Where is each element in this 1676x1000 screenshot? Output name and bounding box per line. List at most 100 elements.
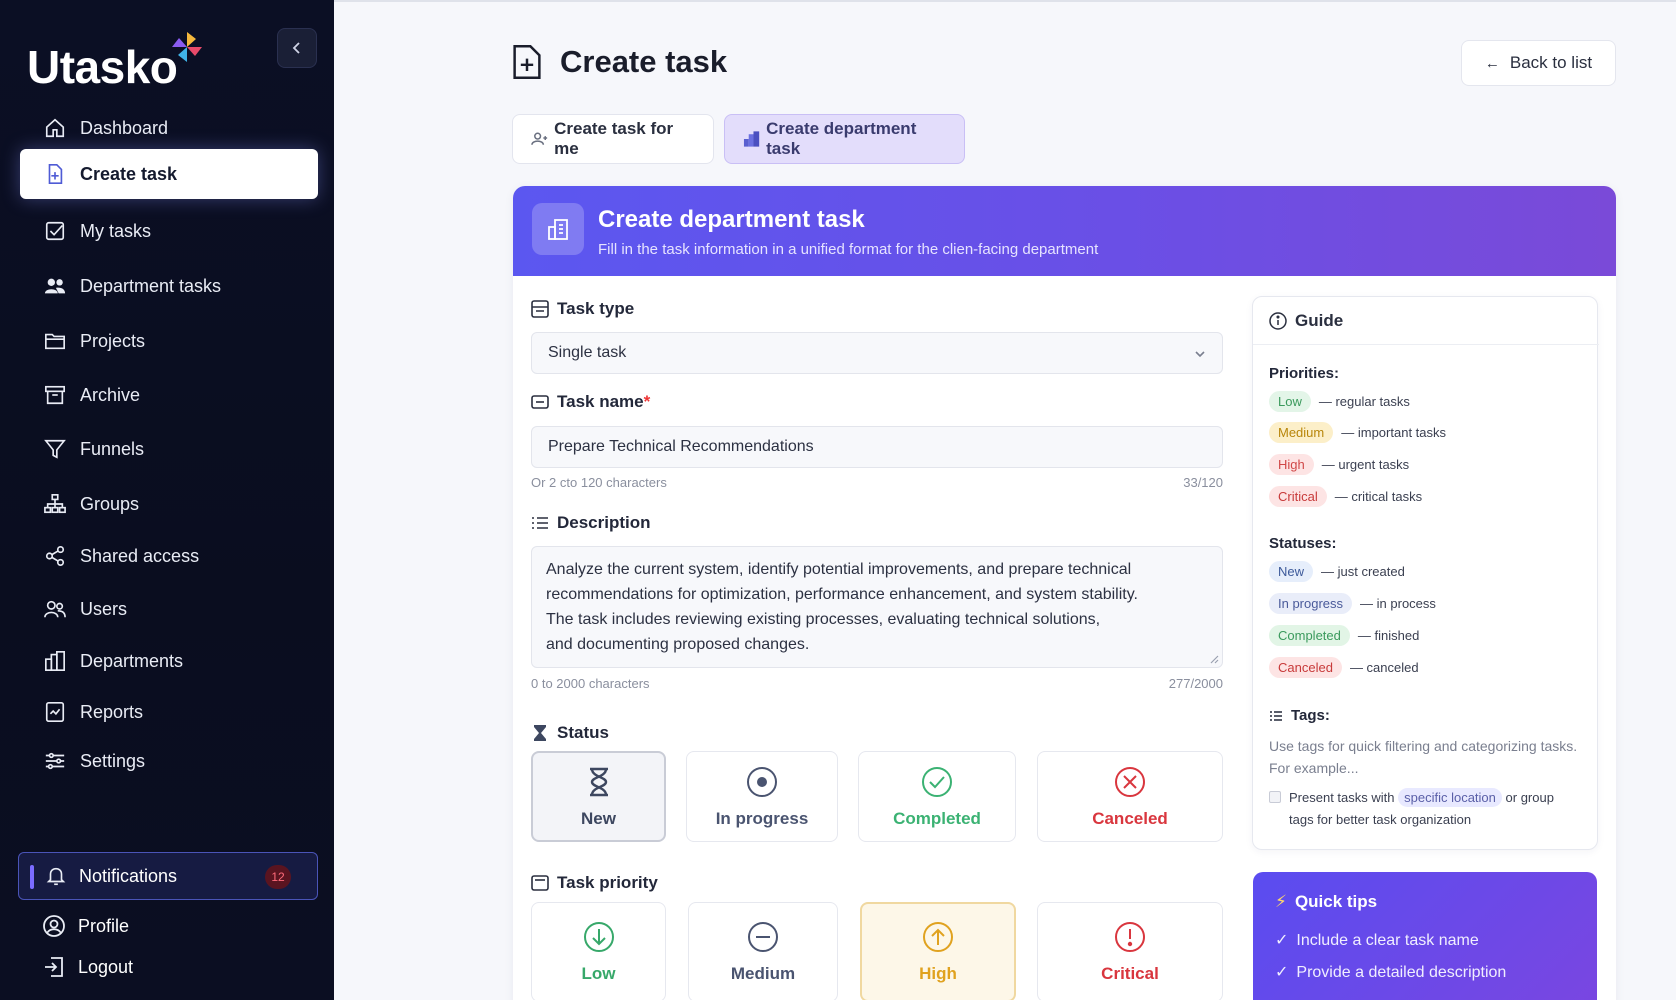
share-icon (45, 546, 65, 566)
hourglass-icon (534, 725, 546, 741)
sidebar-item-users[interactable]: Users (20, 584, 318, 634)
guide-header: Guide (1253, 297, 1599, 345)
progress-circle-icon (747, 766, 777, 797)
sidebar-item-departments[interactable]: Departments (20, 636, 318, 686)
task-type-select[interactable]: Single task (531, 332, 1223, 374)
sidebar-item-projects[interactable]: Projects (20, 316, 318, 366)
sidebar-item-settings[interactable]: Settings (20, 736, 318, 786)
sidebar-item-groups[interactable]: Groups (20, 479, 318, 529)
sidebar-item-dashboard[interactable]: Dashboard (20, 103, 318, 153)
notifications-count-badge: 12 (265, 865, 291, 889)
collapse-sidebar-button[interactable] (277, 28, 317, 68)
priority-option-low[interactable]: Low (531, 902, 666, 1000)
sidebar-item-shared-access[interactable]: Shared access (20, 531, 318, 581)
back-to-list-label: Back to list (1509, 53, 1593, 72)
description-line: and documenting proposed changes. (546, 636, 810, 653)
logout-link[interactable]: Logout (42, 955, 133, 979)
description-counter: 277/2000 (1168, 676, 1223, 691)
priority-icon (531, 875, 549, 891)
tab-label: Create department task (766, 119, 917, 158)
priority-option-medium[interactable]: Medium (688, 902, 838, 1000)
status-option-canceled[interactable]: Canceled (1037, 751, 1223, 842)
user-plus-icon (531, 132, 548, 145)
pinwheel-logo-icon (172, 32, 202, 62)
tab-create-task-for-me[interactable]: Create task for me (512, 114, 714, 164)
sidebar-item-label: Projects (80, 330, 146, 351)
sidebar-item-label: Archive (80, 384, 141, 405)
create-task-form-card: Create department task Fill in the task … (513, 186, 1616, 1000)
top-divider (334, 0, 1676, 2)
sidebar-item-label: Dashboard (80, 117, 169, 138)
priority-label: Task priority (531, 873, 658, 893)
priority-option-critical[interactable]: Critical (1037, 902, 1223, 1000)
quick-tip-item: ✓ Provide a detailed description (1275, 964, 1507, 981)
alert-circle-icon (1115, 922, 1145, 952)
hourglass-icon (589, 767, 608, 796)
quick-tips-panel: ⚡ Quick tips ✓ Include a clear task name … (1253, 872, 1597, 1000)
sidebar-item-create-task[interactable]: Create task (20, 149, 318, 199)
department-icon (743, 131, 760, 147)
guide-tags-text: Use tags for quick filtering and categor… (1269, 738, 1578, 776)
funnel-icon (44, 439, 66, 459)
banner-subtitle: Fill in the task information in a unifie… (598, 241, 1099, 258)
users-icon (44, 278, 66, 294)
list-icon (532, 517, 548, 529)
description-textarea[interactable]: Analyze the current system, identify pot… (531, 546, 1223, 668)
guide-status-row: New — just created (1269, 561, 1405, 582)
check-icon: ✓ (1275, 964, 1289, 981)
tag-chip: specific location (1398, 788, 1502, 807)
checkbox-icon (45, 221, 65, 241)
sidebar-item-label: My tasks (80, 220, 152, 241)
report-icon (45, 702, 65, 722)
profile-link[interactable]: Profile (42, 914, 129, 938)
task-name-hint: Or 2 cto 120 characters (531, 475, 667, 490)
task-name-counter: 33/120 (1183, 475, 1223, 490)
status-option-new[interactable]: New (531, 751, 666, 842)
guide-status-row: Completed — finished (1269, 625, 1419, 646)
priority-tag-medium: Medium (1269, 422, 1334, 443)
chevron-left-icon (292, 42, 300, 54)
minus-circle-icon (748, 922, 778, 952)
building-icon (532, 203, 584, 255)
sidebar-item-label: Settings (80, 750, 146, 771)
status-tag-new: New (1269, 561, 1314, 582)
task-name-input[interactable]: Prepare Technical Recommendations (531, 426, 1223, 468)
tab-label: Create task for me (554, 119, 674, 158)
sidebar-item-label: Reports (80, 701, 144, 722)
sidebar-item-label: Groups (80, 493, 140, 514)
guide-priority-row: High — urgent tasks (1269, 454, 1409, 475)
tab-create-department-task[interactable]: Create department task (724, 114, 965, 164)
guide-panel: Guide Priorities: Low — regular tasks Me… (1252, 296, 1599, 850)
page-title: Create task (512, 44, 727, 80)
sidebar-item-department-tasks[interactable]: Department tasks (20, 261, 318, 311)
arrow-up-circle-icon (923, 922, 953, 952)
sidebar-item-my-tasks[interactable]: My tasks (20, 206, 318, 256)
priority-option-high[interactable]: High (860, 902, 1016, 1000)
description-line: The task includes reviewing existing pro… (546, 611, 1101, 628)
notifications-button[interactable]: Notifications 12 (18, 852, 318, 900)
x-circle-icon (1115, 766, 1145, 797)
sidebar-item-funnels[interactable]: Funnels (20, 424, 318, 474)
sidebar-item-reports[interactable]: Reports (20, 687, 318, 737)
building-icon (45, 651, 65, 671)
sidebar-item-archive[interactable]: Archive (20, 370, 318, 420)
task-name-value: Prepare Technical Recommendations (548, 438, 814, 455)
priority-tag-low: Low (1269, 391, 1311, 412)
info-icon (1269, 311, 1287, 330)
folder-icon (45, 333, 65, 350)
resize-handle-icon[interactable] (1209, 654, 1219, 664)
sidebar-item-label: Users (80, 598, 128, 619)
description-line: recommendations for optimization, perfor… (546, 586, 1138, 603)
guide-priority-row: Low — regular tasks (1269, 391, 1410, 412)
back-to-list-button[interactable]: ← Back to list (1461, 40, 1616, 86)
priority-tag-high: High (1269, 454, 1314, 475)
guide-statuses-title: Statuses: (1269, 535, 1337, 552)
status-option-in-progress[interactable]: In progress (686, 751, 838, 842)
guide-status-row: Canceled — canceled (1269, 657, 1419, 678)
sidebar-item-label: Departments (80, 650, 184, 671)
file-plus-icon (513, 45, 541, 79)
checkbox[interactable] (1269, 791, 1281, 803)
logout-label: Logout (78, 956, 134, 977)
check-icon: ✓ (1275, 932, 1289, 949)
status-option-completed[interactable]: Completed (858, 751, 1016, 842)
